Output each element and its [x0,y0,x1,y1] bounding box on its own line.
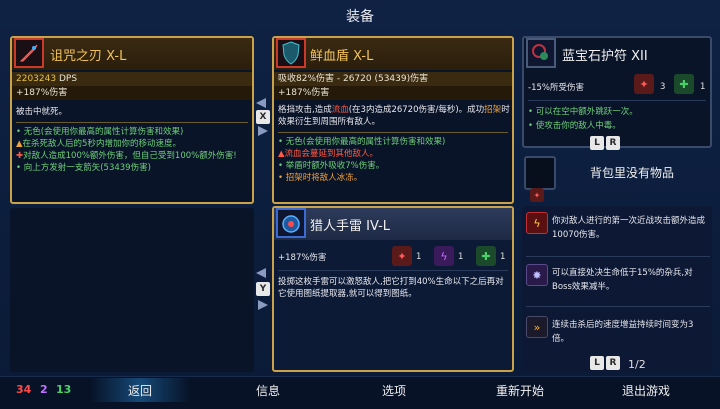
brutality-scroll-icon: ✦ [392,246,412,266]
tactics-scroll-icon: ϟ [434,246,454,266]
divider [528,100,706,101]
survival-scroll-count: 1 [500,252,506,262]
dps-unit: DPS [58,74,78,84]
swap-arrow-right-icon [258,126,268,136]
amulet-bullet: • 可以在空中额外跳跃一次。 [528,107,638,117]
hunter-grenade-icon [276,208,306,238]
shield-description: 格挡攻击,造成流血(在3内造成26720伤害/每秒)。成功招架时效果衍生到周围所… [278,105,510,127]
perk-description: 连续击杀后的速度增益持续时间变为3倍。 [552,320,694,344]
amulet-page-next-key[interactable]: R [606,136,620,150]
survival-scroll-icon: ✚ [674,74,694,94]
equipment-screen: 装备 诅咒之刃 X-L 2203243 DPS +187%伤害 被击中就死。 •… [0,0,720,409]
swap-arrow-left-icon [256,98,266,108]
cursed-blade-icon [14,38,44,68]
options-button[interactable]: 选项 [382,382,406,399]
perk-lightning-icon: ϟ [526,212,548,234]
amulet-scroll-count: 3 [660,82,666,92]
tactics-scroll-count: 1 [458,252,464,262]
shield-bullet: • 举盾时额外吸收7%伤害。 [278,161,385,171]
backpack-label: 背包里没有物品 [590,166,675,180]
dps-value: 2203243 [16,74,57,84]
weapon-bullet: ▲在杀死敌人后的5秒内增加你的移动速度。 [16,139,181,149]
dps-row: 2203243 DPS [12,72,252,86]
divider [526,306,710,307]
blood-shield-icon [276,38,306,68]
brutality-stat: 34 [16,383,32,396]
grenade-description: 投掷这枚手雷可以激怒敌人,把它打到40%生命以下之后再对它使用图纸提取器,就可以… [278,277,504,299]
grenade-name: 猎人手雷 IV-L [310,219,391,234]
damage-bonus: +187%伤害 [12,86,252,100]
backpack-slot[interactable] [524,156,556,190]
perk-execute-icon: ✸ [526,264,548,286]
amulet-bullet: • 使攻击你的敌人中毒。 [528,121,621,131]
swap-skill-key-y[interactable]: Y [256,282,270,296]
brutality-scroll-count: 1 [416,252,422,262]
perk-page-prev-key[interactable]: L [590,356,604,370]
perk-speed-icon: » [526,316,548,338]
survival-stat: 13 [56,383,72,396]
amulet-stat: -15%所受伤害 [528,83,584,93]
swap-arrow-left-icon [256,268,266,278]
weapon-bullet: ✚对敌人造成100%额外伤害，但自己受到100%额外伤害! [16,151,237,161]
weapon-card-cursed-blade[interactable]: 诅咒之刃 X-L 2203243 DPS +187%伤害 被击中就死。 • 无色… [10,36,254,204]
amulet-page-prev-key[interactable]: L [590,136,604,150]
backpack-icon: ✦ [530,188,544,202]
perk-description: 可以直接处决生命低于15%的杂兵,对Boss效果减半。 [552,268,693,292]
quit-game-button[interactable]: 退出游戏 [622,382,670,399]
divider [278,270,508,271]
perk-page-next-key[interactable]: R [606,356,620,370]
info-button[interactable]: 信息 [256,382,280,399]
shield-absorb-stat: 吸收82%伤害 - 26720 (53439)伤害 [274,72,512,86]
weapon-bullet: • 无色(会使用你最高的属性计算伤害和效果) [16,127,184,137]
page-title: 装备 [346,9,374,25]
shield-card-blood-shield[interactable]: 鲜血盾 X-L 吸收82%伤害 - 26720 (53439)伤害 +187%伤… [272,36,514,204]
tactics-stat: 2 [40,383,48,396]
shield-bullet: • 招架时将敌人冰冻。 [278,173,363,183]
divider [16,122,248,123]
skill-card-hunter-grenade[interactable]: 猎人手雷 IV-L +187%伤害 ✦ 1 ϟ 1 ✚ 1 投掷这枚手雷可以激怒… [272,206,514,372]
amulet-name: 蓝宝石护符 XII [562,49,648,64]
divider [278,132,508,133]
perk-description: 你对敌人进行的第一次近战攻击额外造成10070伤害。 [552,216,706,240]
weapon-name: 诅咒之刃 X-L [50,49,127,64]
swap-arrow-right-icon [258,300,268,310]
divider [526,256,710,257]
amulet-scroll-count: 1 [700,82,706,92]
shield-damage-bonus: +187%伤害 [274,86,512,100]
grenade-damage-bonus: +187%伤害 [278,253,327,263]
restart-button[interactable]: 重新开始 [496,382,544,399]
brutality-scroll-icon: ✦ [634,74,654,94]
sapphire-amulet-icon [526,38,556,68]
shield-name: 鲜血盾 X-L [310,49,374,64]
weapon-card-header [12,38,252,70]
page-indicator: 1/2 [628,358,646,371]
shield-bullet: ▲流血会蔓延到其他敌人。 [278,149,379,159]
shield-bullet: • 无色(会使用你最高的属性计算伤害和效果) [278,137,446,147]
weapon-description: 被击中就死。 [16,107,68,117]
amulet-card-sapphire[interactable]: 蓝宝石护符 XII -15%所受伤害 ✦ 3 ✚ 1 • 可以在空中额外跳跃一次… [522,36,712,148]
survival-scroll-icon: ✚ [476,246,496,266]
weapon-bullet: • 向上方发射一支箭矢(53439伤害) [16,163,151,173]
back-button[interactable]: 返回 [128,382,152,399]
empty-slot-panel [10,208,254,372]
swap-weapon-key-x[interactable]: X [256,110,270,124]
